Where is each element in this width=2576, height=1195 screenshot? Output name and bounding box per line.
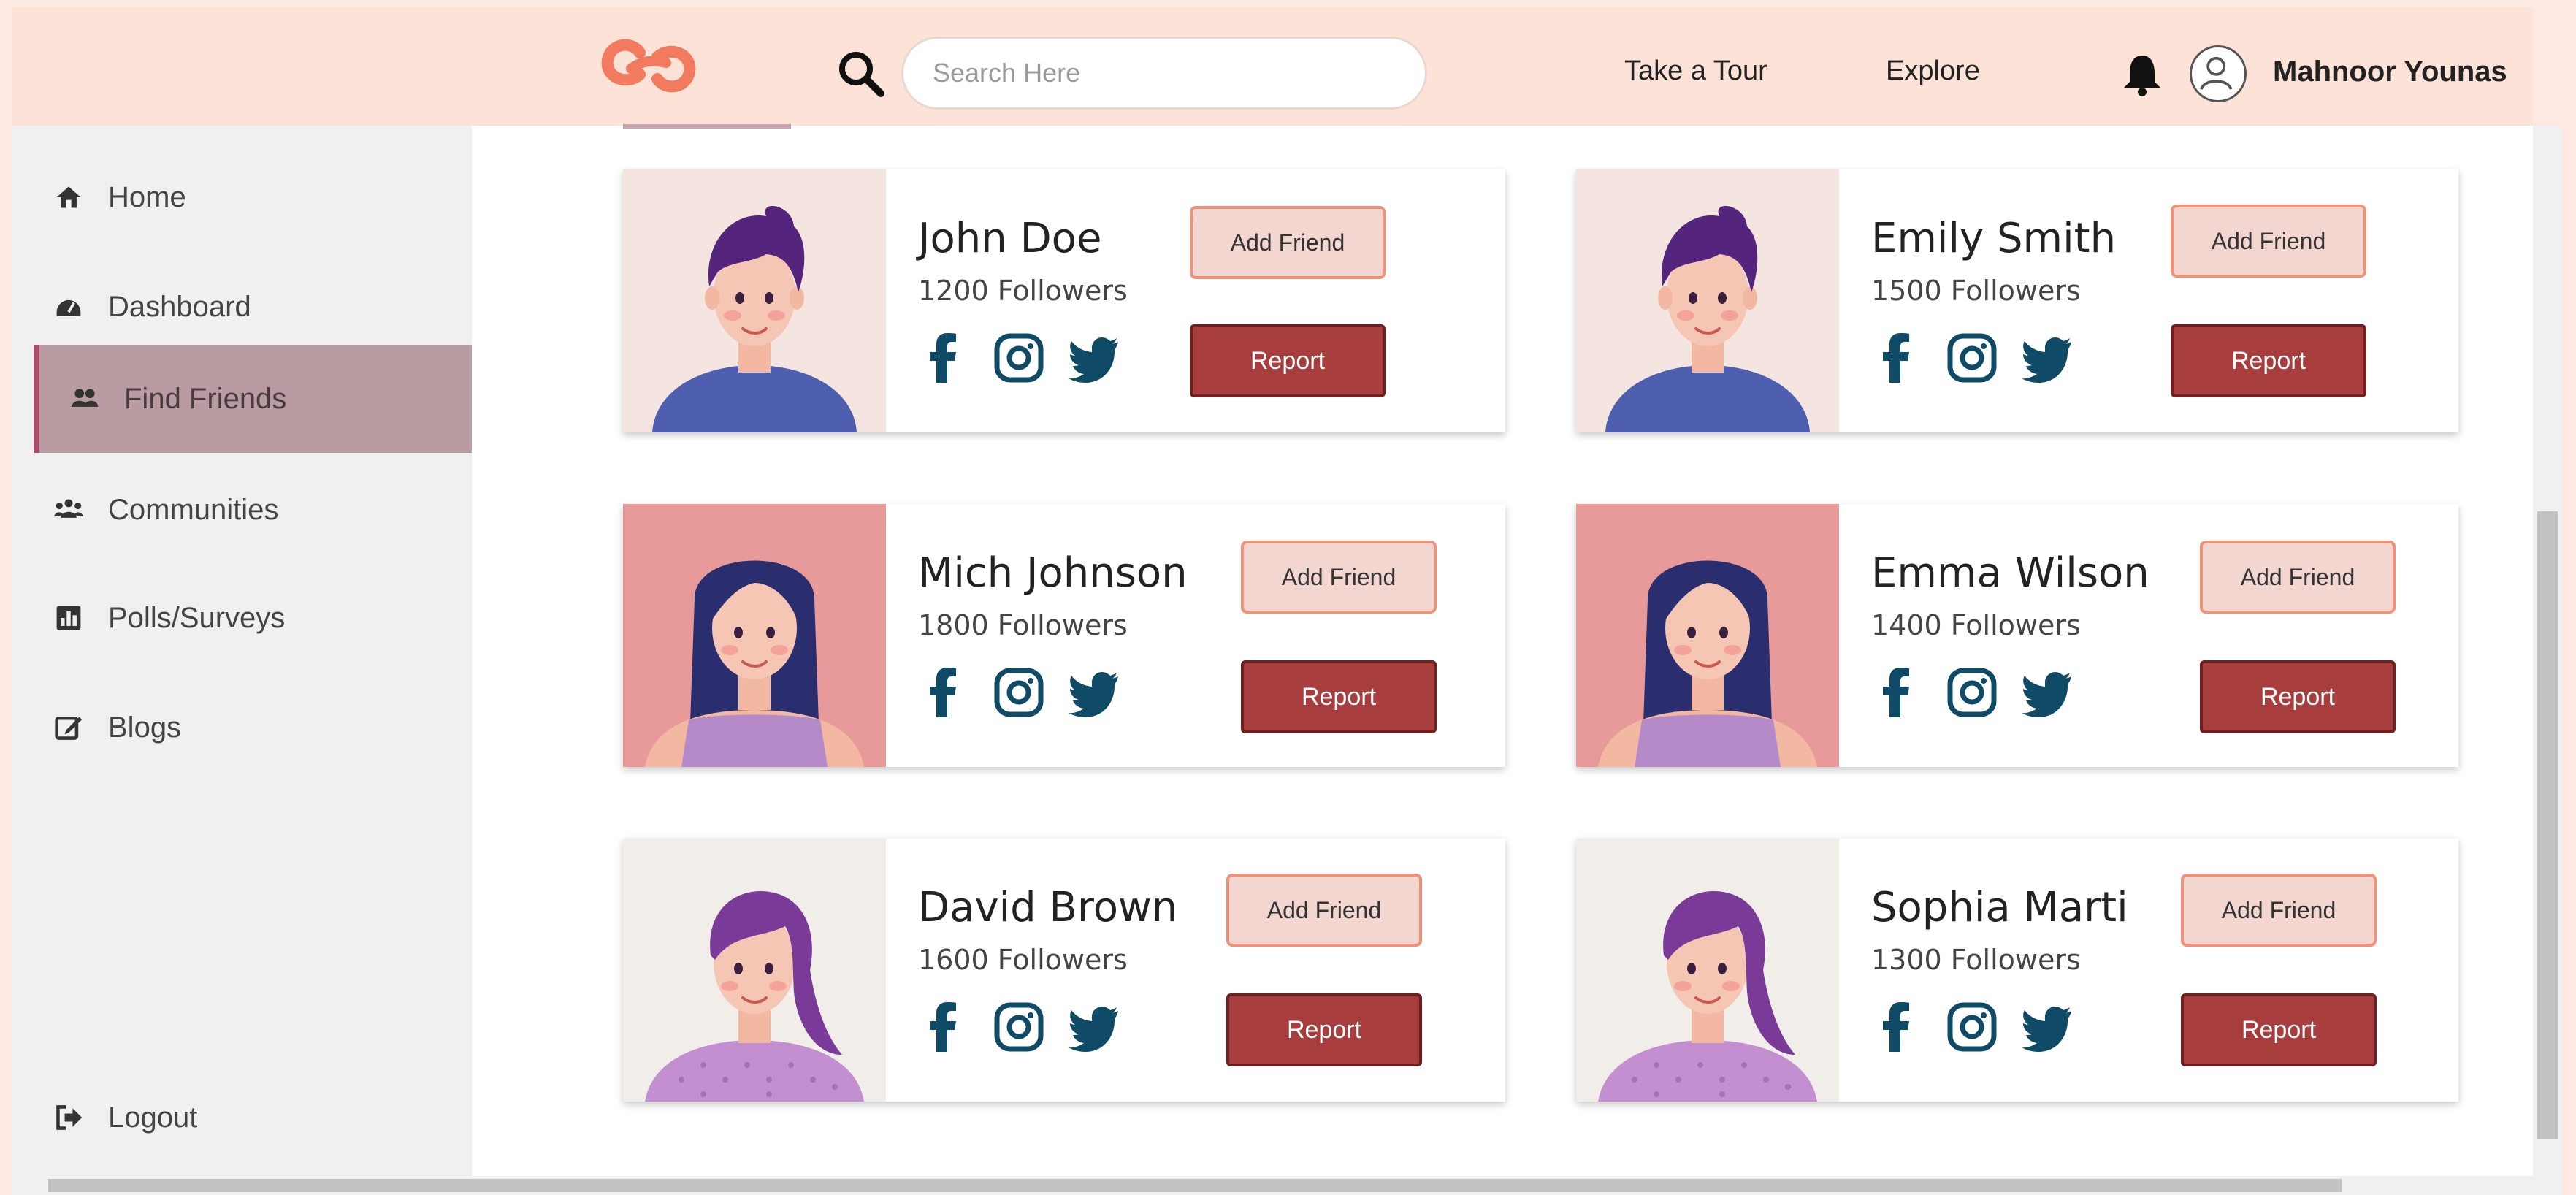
report-button[interactable]: Report	[1190, 324, 1386, 397]
facebook-icon[interactable]	[1871, 332, 1924, 384]
friend-photo	[1576, 504, 1839, 767]
friend-card: Sophia Marti 1300 Followers Add Friend R…	[1576, 839, 2458, 1102]
sidebar-item-label: Polls/Surveys	[108, 601, 286, 634]
report-button[interactable]: Report	[2171, 324, 2366, 397]
friend-name: Mich Johnson	[918, 549, 1188, 597]
sidebar-item-label: Find Friends	[124, 382, 287, 415]
sidebar-item-polls-surveys[interactable]: Polls/Surveys	[12, 564, 472, 672]
user-avatar-icon[interactable]	[2190, 45, 2247, 102]
report-button[interactable]: Report	[2181, 993, 2377, 1066]
sidebar-item-find-friends[interactable]: Find Friends	[34, 345, 472, 453]
sidebar-item-label: Dashboard	[108, 290, 251, 323]
active-tab-indicator	[623, 124, 791, 129]
twitter-icon[interactable]	[2020, 332, 2073, 384]
vertical-scrollbar[interactable]	[2533, 126, 2562, 1176]
friend-name: Emily Smith	[1871, 215, 2117, 262]
add-friend-button[interactable]: Add Friend	[2181, 874, 2377, 947]
instagram-icon[interactable]	[993, 1001, 1045, 1053]
horizontal-scrollbar-thumb[interactable]	[48, 1179, 2342, 1192]
report-button[interactable]: Report	[1226, 993, 1422, 1066]
horizontal-scrollbar[interactable]	[12, 1176, 2562, 1195]
search-icon[interactable]	[836, 48, 885, 98]
twitter-icon[interactable]	[2020, 1001, 2073, 1053]
twitter-icon[interactable]	[2020, 666, 2073, 719]
friend-photo	[623, 169, 886, 432]
instagram-icon[interactable]	[993, 666, 1045, 719]
friend-card: Emily Smith 1500 Followers Add Friend Re…	[1576, 169, 2458, 432]
instagram-icon[interactable]	[993, 332, 1045, 384]
facebook-icon[interactable]	[918, 1001, 971, 1053]
sidebar-item-logout[interactable]: Logout	[12, 1064, 472, 1172]
friend-followers: 1300 Followers	[1871, 944, 2081, 976]
top-header: Take a Tour Explore Mahnoor Younas	[12, 7, 2533, 126]
friend-followers: 1800 Followers	[918, 609, 1128, 641]
sidebar-item-label: Home	[108, 180, 186, 213]
friend-photo	[1576, 169, 1839, 432]
polls-icon	[53, 602, 85, 634]
blogs-icon	[53, 711, 85, 744]
instagram-icon[interactable]	[1946, 332, 1998, 384]
user-name[interactable]: Mahnoor Younas	[2273, 56, 2507, 88]
facebook-icon[interactable]	[1871, 666, 1924, 719]
communities-icon	[53, 494, 85, 526]
friend-name: John Doe	[918, 215, 1102, 262]
add-friend-button[interactable]: Add Friend	[2200, 541, 2396, 614]
add-friend-button[interactable]: Add Friend	[1226, 874, 1422, 947]
add-friend-button[interactable]: Add Friend	[2171, 205, 2366, 278]
facebook-icon[interactable]	[918, 666, 971, 719]
twitter-icon[interactable]	[1067, 666, 1120, 719]
instagram-icon[interactable]	[1946, 666, 1998, 719]
friend-followers: 1600 Followers	[918, 944, 1128, 976]
sidebar-item-label: Blogs	[108, 711, 182, 744]
friend-followers: 1500 Followers	[1871, 275, 2081, 307]
friend-name: David Brown	[918, 884, 1178, 931]
report-button[interactable]: Report	[2200, 660, 2396, 733]
friend-photo	[623, 839, 886, 1102]
bell-icon[interactable]	[2121, 51, 2163, 96]
friend-followers: 1400 Followers	[1871, 609, 2081, 641]
home-icon	[53, 181, 85, 213]
friend-photo	[1576, 839, 1839, 1102]
friend-followers: 1200 Followers	[918, 275, 1128, 307]
search-input[interactable]	[901, 37, 1427, 110]
twitter-icon[interactable]	[1067, 1001, 1120, 1053]
friend-card: David Brown 1600 Followers Add Friend Re…	[623, 839, 1505, 1102]
sidebar: Home Dashboard Find Friends Communities …	[12, 126, 472, 1176]
report-button[interactable]: Report	[1241, 660, 1437, 733]
vertical-scrollbar-thumb[interactable]	[2537, 511, 2558, 1139]
facebook-icon[interactable]	[1871, 1001, 1924, 1053]
app-logo-icon[interactable]	[597, 31, 700, 101]
instagram-icon[interactable]	[1946, 1001, 1998, 1053]
nav-explore[interactable]: Explore	[1886, 56, 1980, 87]
friend-card: Emma Wilson 1400 Followers Add Friend Re…	[1576, 504, 2458, 767]
sidebar-item-blogs[interactable]: Blogs	[12, 673, 472, 782]
friend-card: John Doe 1200 Followers Add Friend Repor…	[623, 169, 1505, 432]
logout-icon	[53, 1102, 85, 1134]
friend-name: Emma Wilson	[1871, 549, 2149, 597]
sidebar-item-home[interactable]: Home	[12, 143, 472, 251]
sidebar-item-label: Communities	[108, 493, 279, 526]
nav-take-a-tour[interactable]: Take a Tour	[1624, 56, 1767, 87]
sidebar-item-label: Logout	[108, 1101, 198, 1134]
add-friend-button[interactable]: Add Friend	[1190, 206, 1386, 279]
facebook-icon[interactable]	[918, 332, 971, 384]
friend-card: Mich Johnson 1800 Followers Add Friend R…	[623, 504, 1505, 767]
add-friend-button[interactable]: Add Friend	[1241, 541, 1437, 614]
dashboard-icon	[53, 291, 85, 323]
sidebar-item-communities[interactable]: Communities	[12, 456, 472, 564]
twitter-icon[interactable]	[1067, 332, 1120, 384]
friend-photo	[623, 504, 886, 767]
friend-name: Sophia Marti	[1871, 884, 2128, 931]
friends-icon	[69, 383, 101, 415]
